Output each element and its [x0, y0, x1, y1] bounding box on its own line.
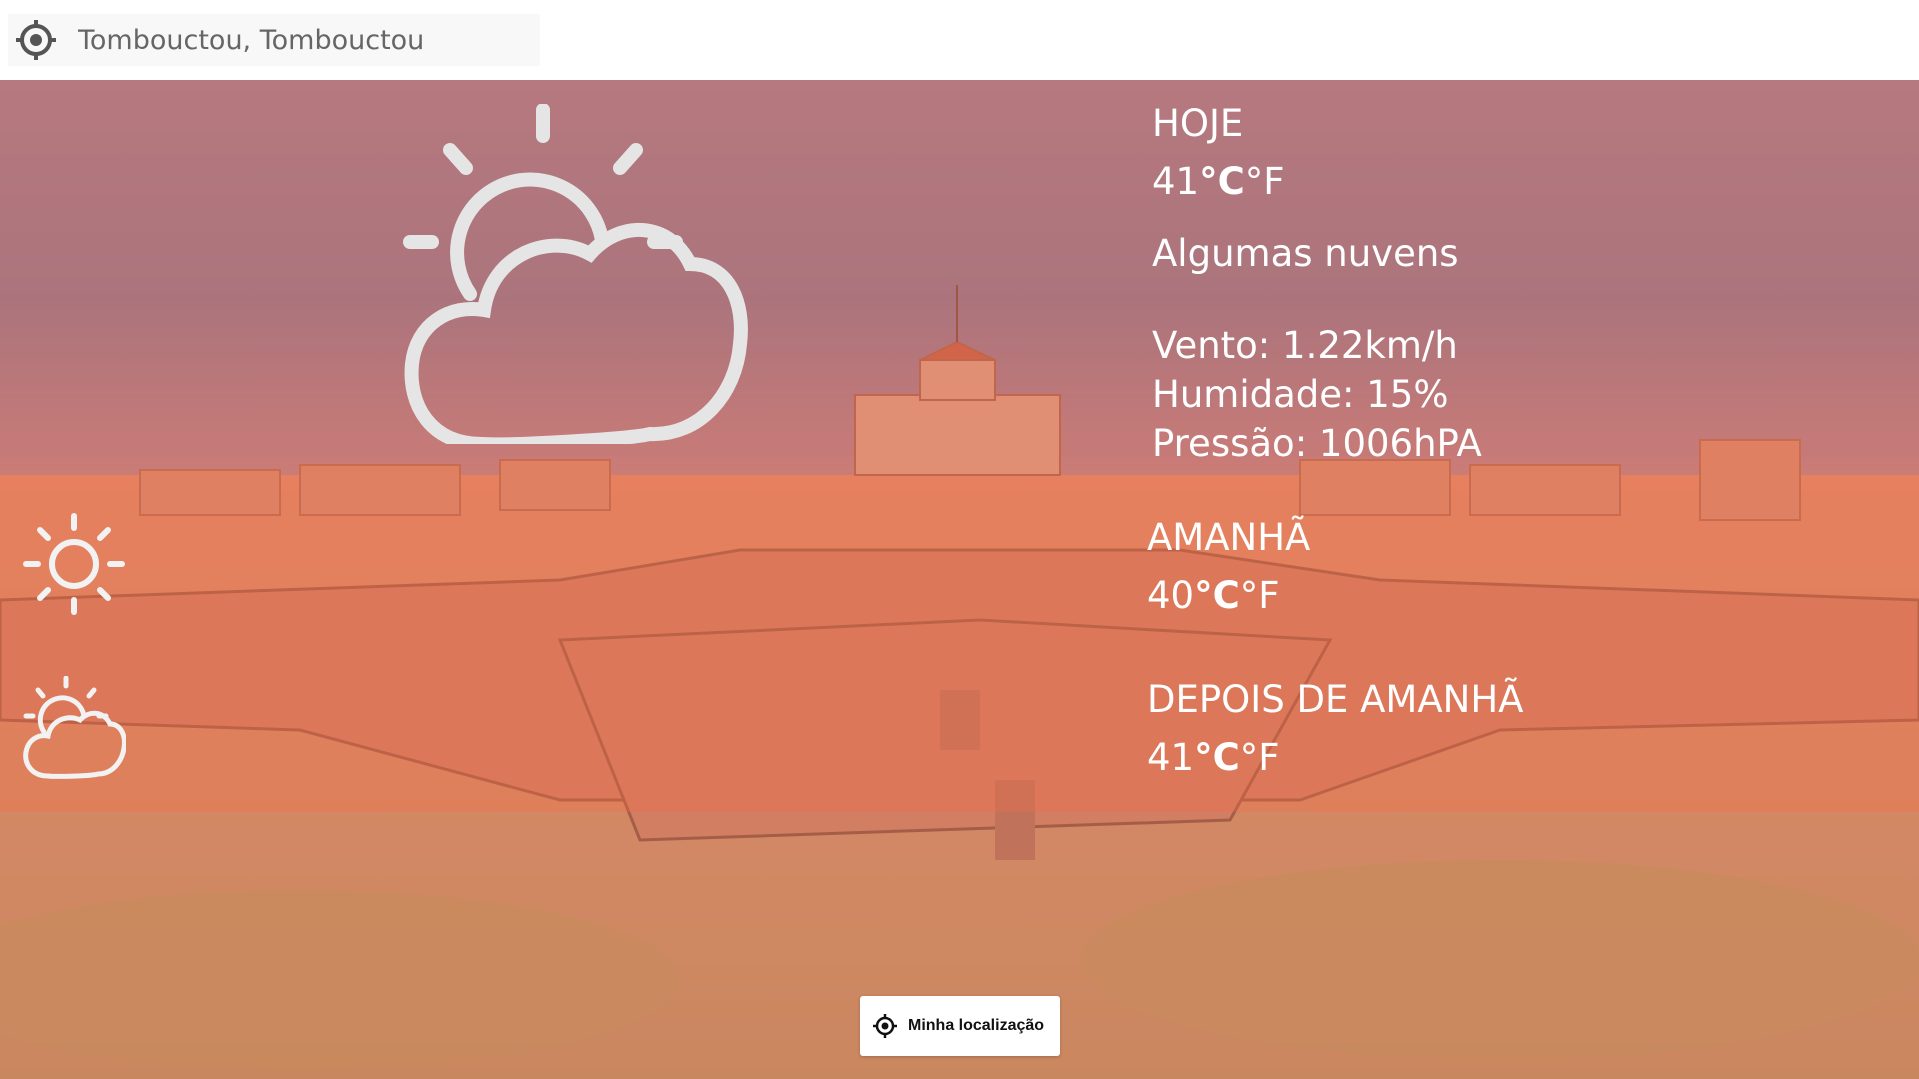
my-location-label: Minha localização	[908, 1017, 1045, 1034]
fahrenheit-toggle[interactable]: °F	[1240, 736, 1280, 779]
search-input[interactable]	[78, 14, 528, 66]
humidity: Humidade: 15%	[1152, 373, 1449, 416]
tomorrow-label: AMANHÃ	[1147, 516, 1311, 559]
today-label: HOJE	[1152, 102, 1244, 145]
partly-cloudy-icon	[403, 104, 748, 444]
tomorrow-temp-value: 40	[1147, 574, 1195, 617]
celsius-toggle[interactable]: °C	[1199, 160, 1245, 203]
forecast-panel	[0, 80, 1919, 812]
top-bar	[0, 0, 1919, 80]
day-after-temp-value: 41	[1147, 736, 1195, 779]
partly-cloudy-icon	[23, 676, 126, 779]
celsius-toggle[interactable]: °C	[1194, 736, 1240, 779]
sun-icon	[23, 513, 125, 615]
fahrenheit-toggle[interactable]: °F	[1240, 574, 1280, 617]
weather-background: HOJE 41°C°F Algumas nuvens Vento: 1.22km…	[0, 80, 1919, 1079]
day-after-tomorrow-label: DEPOIS DE AMANHÃ	[1147, 678, 1524, 721]
tomorrow-temperature: 40°C°F	[1147, 574, 1280, 617]
fahrenheit-toggle[interactable]: °F	[1245, 160, 1285, 203]
celsius-toggle[interactable]: °C	[1194, 574, 1240, 617]
today-temperature: 41°C°F	[1152, 160, 1285, 203]
day-after-tomorrow-temperature: 41°C°F	[1147, 736, 1280, 779]
wind-speed: Vento: 1.22km/h	[1152, 324, 1458, 367]
today-description: Algumas nuvens	[1152, 232, 1459, 275]
crosshair-icon	[873, 1014, 897, 1038]
crosshair-icon[interactable]	[14, 18, 58, 62]
my-location-button[interactable]: Minha localização	[860, 996, 1060, 1056]
pressure: Pressão: 1006hPA	[1152, 422, 1482, 465]
search-bar	[8, 14, 540, 66]
today-temp-value: 41	[1152, 160, 1200, 203]
